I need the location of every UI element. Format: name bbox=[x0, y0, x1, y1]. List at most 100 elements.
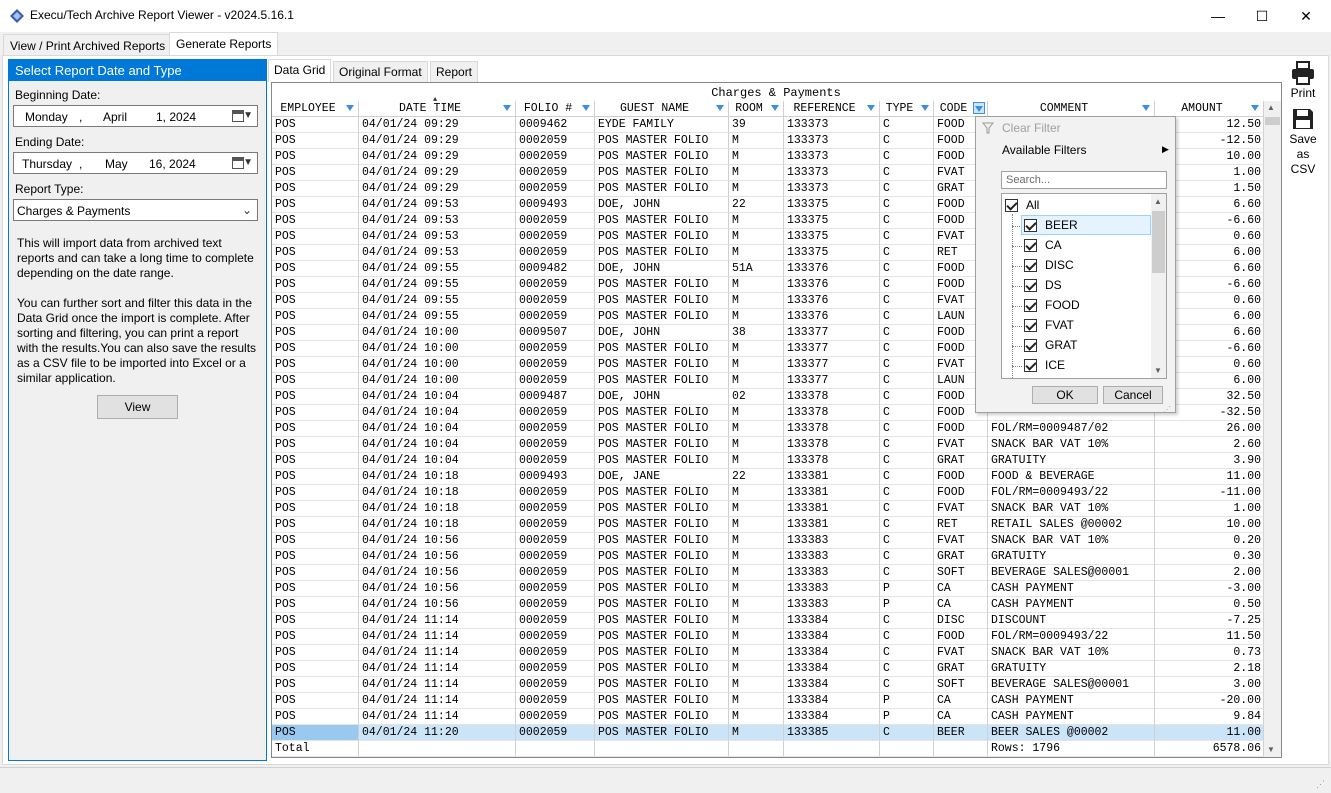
cell-folio[interactable]: 0002059 bbox=[516, 693, 595, 709]
cell-guest-name[interactable]: POS MASTER FOLIO bbox=[595, 597, 729, 613]
cell-employee[interactable]: POS bbox=[272, 709, 359, 725]
cell-amount[interactable]: -20.00 bbox=[1155, 693, 1264, 709]
cell-folio[interactable]: 0002059 bbox=[516, 629, 595, 645]
cell-guest-name[interactable]: POS MASTER FOLIO bbox=[595, 357, 729, 373]
cell-folio[interactable]: 0002059 bbox=[516, 565, 595, 581]
cell-type[interactable]: C bbox=[880, 517, 934, 533]
chevron-down-icon[interactable]: ▼ bbox=[243, 157, 253, 168]
tab-original-format[interactable]: Original Format bbox=[333, 61, 428, 82]
cell-amount[interactable]: 11.00 bbox=[1155, 725, 1264, 741]
cell-date-time[interactable]: 04/01/24 10:04 bbox=[359, 437, 516, 453]
end-day-year[interactable]: 16, 2024 bbox=[149, 157, 196, 171]
cell-room[interactable]: M bbox=[729, 725, 784, 741]
cell-employee[interactable]: POS bbox=[272, 581, 359, 597]
cell-type[interactable]: C bbox=[880, 613, 934, 629]
cell-amount[interactable]: 26.00 bbox=[1155, 421, 1264, 437]
cell-comment[interactable]: DISCOUNT bbox=[988, 613, 1155, 629]
cell-date-time[interactable]: 04/01/24 10:18 bbox=[359, 517, 516, 533]
cell-comment[interactable]: SNACK BAR VAT 10% bbox=[988, 501, 1155, 517]
cell-type[interactable]: C bbox=[880, 469, 934, 485]
cell-room[interactable]: M bbox=[729, 565, 784, 581]
cell-folio[interactable]: 0002059 bbox=[516, 533, 595, 549]
cell-guest-name[interactable]: POS MASTER FOLIO bbox=[595, 341, 729, 357]
cell-room[interactable]: M bbox=[729, 293, 784, 309]
cell-guest-name[interactable]: POS MASTER FOLIO bbox=[595, 277, 729, 293]
cell-folio[interactable]: 0002059 bbox=[516, 613, 595, 629]
cell-reference[interactable]: 133383 bbox=[784, 533, 880, 549]
cell-date-time[interactable]: 04/01/24 10:18 bbox=[359, 501, 516, 517]
cell-guest-name[interactable]: POS MASTER FOLIO bbox=[595, 613, 729, 629]
cell-amount[interactable]: 2.00 bbox=[1155, 565, 1264, 581]
total-cell-employee[interactable]: Total bbox=[272, 741, 359, 757]
table-row[interactable]: POS 04/01/24 10:18 0002059 POS MASTER FOLIO… bbox=[272, 517, 1264, 533]
cell-guest-name[interactable]: POS MASTER FOLIO bbox=[595, 245, 729, 261]
cell-folio[interactable]: 0009493 bbox=[516, 469, 595, 485]
tab-view-print-archived[interactable]: View / Print Archived Reports bbox=[3, 34, 173, 56]
cell-guest-name[interactable]: POS MASTER FOLIO bbox=[595, 453, 729, 469]
cell-room[interactable]: M bbox=[729, 245, 784, 261]
cell-employee[interactable]: POS bbox=[272, 245, 359, 261]
cell-amount[interactable]: 11.50 bbox=[1155, 629, 1264, 645]
cell-reference[interactable]: 133384 bbox=[784, 677, 880, 693]
filter-item-label[interactable]: All bbox=[1026, 198, 1039, 212]
filter-icon[interactable] bbox=[771, 105, 779, 111]
cell-reference[interactable]: 133383 bbox=[784, 549, 880, 565]
cell-reference[interactable]: 133384 bbox=[784, 629, 880, 645]
cell-date-time[interactable]: 04/01/24 09:55 bbox=[359, 293, 516, 309]
cell-room[interactable]: M bbox=[729, 661, 784, 677]
cell-folio[interactable]: 0002059 bbox=[516, 725, 595, 741]
cell-folio[interactable]: 0002059 bbox=[516, 405, 595, 421]
cell-type[interactable]: C bbox=[880, 389, 934, 405]
cell-room[interactable]: M bbox=[729, 597, 784, 613]
cell-type[interactable]: C bbox=[880, 453, 934, 469]
cell-guest-name[interactable]: DOE, JOHN bbox=[595, 197, 729, 213]
cell-folio[interactable]: 0002059 bbox=[516, 341, 595, 357]
total-cell-code[interactable] bbox=[934, 741, 988, 757]
cell-room[interactable]: M bbox=[729, 453, 784, 469]
minimize-button[interactable]: — bbox=[1195, 0, 1241, 32]
cell-guest-name[interactable]: POS MASTER FOLIO bbox=[595, 581, 729, 597]
cell-reference[interactable]: 133375 bbox=[784, 213, 880, 229]
cell-employee[interactable]: POS bbox=[272, 517, 359, 533]
cell-code[interactable]: FVAT bbox=[934, 645, 988, 661]
cell-amount[interactable]: 0.50 bbox=[1155, 597, 1264, 613]
filter-search-input[interactable]: Search... bbox=[1001, 171, 1167, 189]
cell-amount[interactable]: 2.18 bbox=[1155, 661, 1264, 677]
cell-date-time[interactable]: 04/01/24 10:04 bbox=[359, 421, 516, 437]
filter-icon[interactable] bbox=[582, 105, 590, 111]
cell-guest-name[interactable]: POS MASTER FOLIO bbox=[595, 229, 729, 245]
cell-reference[interactable]: 133381 bbox=[784, 517, 880, 533]
cell-guest-name[interactable]: POS MASTER FOLIO bbox=[595, 437, 729, 453]
cell-employee[interactable]: POS bbox=[272, 485, 359, 501]
cell-date-time[interactable]: 04/01/24 10:00 bbox=[359, 325, 516, 341]
cell-folio[interactable]: 0002059 bbox=[516, 277, 595, 293]
cell-room[interactable]: M bbox=[729, 405, 784, 421]
table-row[interactable]: POS 04/01/24 10:56 0002059 POS MASTER FOLIO… bbox=[272, 581, 1264, 597]
cell-room[interactable]: M bbox=[729, 421, 784, 437]
cell-room[interactable]: M bbox=[729, 341, 784, 357]
cell-date-time[interactable]: 04/01/24 09:29 bbox=[359, 181, 516, 197]
cell-date-time[interactable]: 04/01/24 09:29 bbox=[359, 133, 516, 149]
cell-room[interactable]: M bbox=[729, 645, 784, 661]
cell-guest-name[interactable]: POS MASTER FOLIO bbox=[595, 485, 729, 501]
cell-amount[interactable]: 9.84 bbox=[1155, 709, 1264, 725]
print-button[interactable]: Print bbox=[1285, 86, 1321, 100]
cell-comment[interactable]: SNACK BAR VAT 10% bbox=[988, 645, 1155, 661]
table-row[interactable]: POS 04/01/24 10:56 0002059 POS MASTER FOLIO… bbox=[272, 597, 1264, 613]
cell-employee[interactable]: POS bbox=[272, 357, 359, 373]
cell-folio[interactable]: 0002059 bbox=[516, 181, 595, 197]
table-row[interactable]: POS 04/01/24 10:18 0009493 DOE, JANE 22 13338… bbox=[272, 469, 1264, 485]
chevron-down-icon[interactable]: ▼ bbox=[243, 110, 253, 121]
cell-room[interactable]: M bbox=[729, 581, 784, 597]
tab-data-grid[interactable]: Data Grid bbox=[268, 59, 332, 82]
cell-type[interactable]: C bbox=[880, 405, 934, 421]
cell-employee[interactable]: POS bbox=[272, 677, 359, 693]
cell-folio[interactable]: 0002059 bbox=[516, 645, 595, 661]
cell-date-time[interactable]: 04/01/24 09:53 bbox=[359, 213, 516, 229]
cell-date-time[interactable]: 04/01/24 10:56 bbox=[359, 565, 516, 581]
cell-room[interactable]: M bbox=[729, 549, 784, 565]
cell-guest-name[interactable]: POS MASTER FOLIO bbox=[595, 629, 729, 645]
cell-code[interactable]: FOOD bbox=[934, 421, 988, 437]
table-row[interactable]: POS 04/01/24 11:14 0002059 POS MASTER FOLIO… bbox=[272, 629, 1264, 645]
cell-date-time[interactable]: 04/01/24 10:18 bbox=[359, 469, 516, 485]
